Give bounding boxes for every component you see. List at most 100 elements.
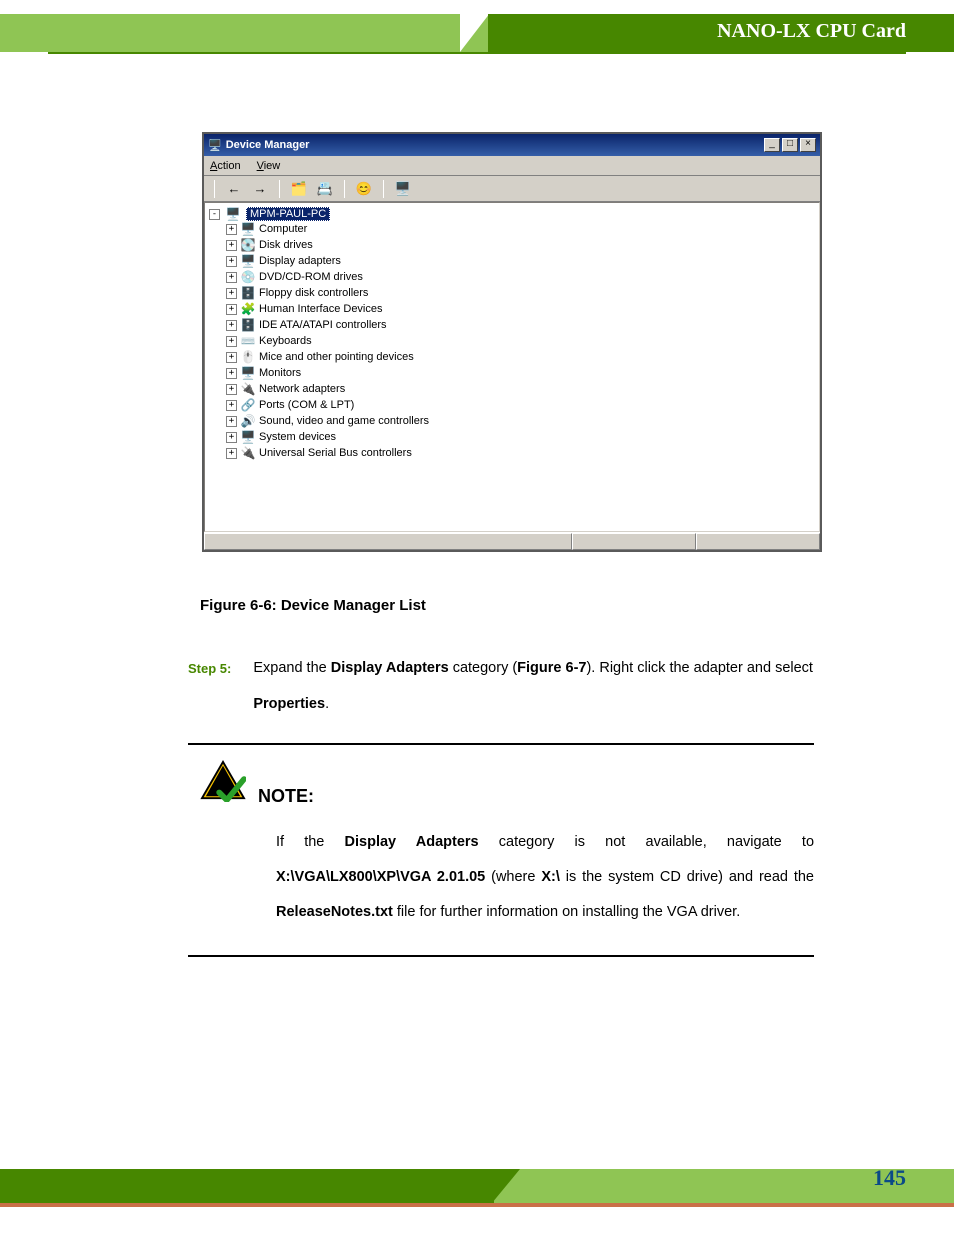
titlebar: 🖥️ Device Manager _ □ × [204, 134, 820, 156]
t: If the [276, 834, 345, 850]
back-button[interactable]: ← [223, 179, 245, 199]
doc-title: NANO-LX CPU Card [717, 20, 906, 42]
toolbar-separator [344, 180, 345, 198]
tree-item[interactable]: +🖥️System devices [226, 429, 815, 445]
expand-icon[interactable]: + [226, 224, 237, 235]
tree-item[interactable]: +💽Disk drives [226, 237, 815, 253]
device-icon: 🔗 [240, 398, 256, 412]
toolbar-button[interactable]: 🗂️ [288, 179, 310, 199]
t: category ( [449, 660, 518, 676]
expand-icon[interactable]: + [226, 352, 237, 363]
tree-item[interactable]: +💿DVD/CD-ROM drives [226, 269, 815, 285]
device-manager-window: 🖥️ Device Manager _ □ × Action View ← → … [202, 132, 822, 552]
menu-view[interactable]: View [257, 160, 281, 172]
tree-item[interactable]: +🔗Ports (COM & LPT) [226, 397, 815, 413]
device-icon: 🔌 [240, 382, 256, 396]
expand-icon[interactable]: + [226, 416, 237, 427]
device-label: Ports (COM & LPT) [259, 397, 354, 413]
note-body: If the Display Adapters category is not … [276, 825, 814, 929]
menu-action[interactable]: Action [210, 160, 241, 172]
footer-dark [0, 1169, 494, 1203]
note-head: NOTE: [200, 760, 814, 807]
t: category is not available, navigate to [479, 834, 814, 850]
tree-item[interactable]: +⌨️Keyboards [226, 333, 815, 349]
root-label: MPM-PAUL-PC [246, 207, 330, 221]
expand-icon[interactable]: + [226, 304, 237, 315]
close-button[interactable]: × [800, 138, 816, 152]
toolbar-button[interactable]: 🖥️ [392, 179, 414, 199]
t: Display Adapters [345, 834, 479, 850]
expand-icon[interactable]: + [226, 320, 237, 331]
tree-item[interactable]: +🔌Network adapters [226, 381, 815, 397]
toolbar-button[interactable]: 😊 [353, 179, 375, 199]
expand-icon[interactable]: + [226, 288, 237, 299]
footer-slash [492, 1169, 520, 1203]
device-icon: 🖥️ [240, 254, 256, 268]
device-label: IDE ATA/ATAPI controllers [259, 317, 387, 333]
device-icon: 🗄️ [240, 318, 256, 332]
device-icon: 🔌 [240, 446, 256, 460]
tree-item[interactable]: +🖥️Display adapters [226, 253, 815, 269]
t: Properties [253, 696, 325, 712]
toolbar-button[interactable]: 📇 [314, 179, 336, 199]
collapse-icon[interactable]: - [209, 209, 220, 220]
t: ). Right click the adapter and select [586, 660, 812, 676]
device-icon: 🖱️ [240, 350, 256, 364]
window-title: Device Manager [226, 139, 760, 151]
tree-item[interactable]: +🖥️Monitors [226, 365, 815, 381]
step-body: Expand the Display Adapters category (Fi… [253, 650, 814, 723]
device-label: Human Interface Devices [259, 301, 383, 317]
figure-caption: Figure 6-6: Device Manager List [200, 597, 426, 614]
app-icon: 🖥️ [208, 139, 222, 152]
expand-icon[interactable]: + [226, 400, 237, 411]
toolbar-separator [279, 180, 280, 198]
t: Expand the [253, 660, 330, 676]
rule [188, 955, 814, 957]
tree-item[interactable]: +🔌Universal Serial Bus controllers [226, 445, 815, 461]
expand-icon[interactable]: + [226, 368, 237, 379]
expand-icon[interactable]: + [226, 256, 237, 267]
expand-icon[interactable]: + [226, 272, 237, 283]
forward-button[interactable]: → [249, 179, 271, 199]
tree-item[interactable]: +🧩Human Interface Devices [226, 301, 815, 317]
device-tree: - 🖥️ MPM-PAUL-PC +🖥️Computer+💽Disk drive… [204, 202, 820, 532]
tree-item[interactable]: +🗄️IDE ATA/ATAPI controllers [226, 317, 815, 333]
device-icon: 🧩 [240, 302, 256, 316]
window-buttons: _ □ × [764, 138, 816, 152]
t: is the system CD drive) and read the [560, 869, 814, 885]
maximize-button[interactable]: □ [782, 138, 798, 152]
t: ReleaseNotes.txt [276, 904, 393, 920]
expand-icon[interactable]: + [226, 432, 237, 443]
expand-icon[interactable]: + [226, 448, 237, 459]
device-icon: 🗄️ [240, 286, 256, 300]
device-label: Network adapters [259, 381, 345, 397]
device-label: Keyboards [259, 333, 312, 349]
expand-icon[interactable]: + [226, 336, 237, 347]
t: . [325, 696, 329, 712]
toolbar: ← → 🗂️ 📇 😊 🖥️ [204, 176, 820, 202]
note-title: NOTE: [258, 786, 314, 807]
device-icon: 🔊 [240, 414, 256, 428]
page-number: 145 [873, 1165, 906, 1191]
device-label: Disk drives [259, 237, 313, 253]
tree-item[interactable]: +🔊Sound, video and game controllers [226, 413, 815, 429]
device-label: Display adapters [259, 253, 341, 269]
device-icon: ⌨️ [240, 334, 256, 348]
device-label: System devices [259, 429, 336, 445]
tree-root[interactable]: - 🖥️ MPM-PAUL-PC [209, 207, 815, 221]
toolbar-separator [214, 180, 215, 198]
tree-item[interactable]: +🗄️Floppy disk controllers [226, 285, 815, 301]
device-label: Mice and other pointing devices [259, 349, 414, 365]
note-block: NOTE: If the Display Adapters category i… [200, 760, 814, 929]
step-row: Step 5: Expand the Display Adapters cate… [188, 650, 814, 723]
device-icon: 💿 [240, 270, 256, 284]
menubar: Action View [204, 156, 820, 176]
tree-item[interactable]: +🖱️Mice and other pointing devices [226, 349, 815, 365]
computer-icon: 🖥️ [225, 207, 241, 221]
expand-icon[interactable]: + [226, 240, 237, 251]
tree-item[interactable]: +🖥️Computer [226, 221, 815, 237]
minimize-button[interactable]: _ [764, 138, 780, 152]
expand-icon[interactable]: + [226, 384, 237, 395]
device-icon: 🖥️ [240, 366, 256, 380]
device-label: Monitors [259, 365, 301, 381]
